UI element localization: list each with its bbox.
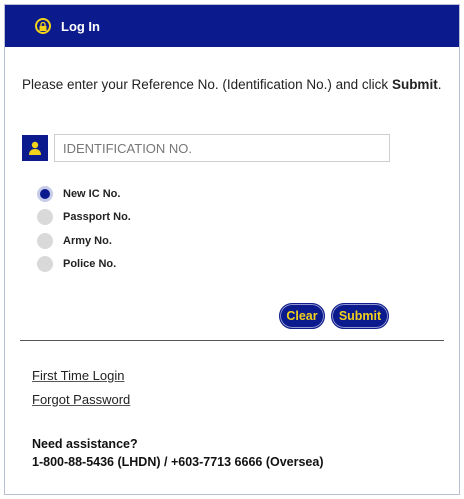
radio-button-passport[interactable] [37,209,53,226]
id-type-radio-group: New IC No. Passport No. Army No. Police … [37,182,131,276]
first-time-login-link[interactable]: First Time Login [32,367,130,385]
clear-button[interactable]: Clear [279,303,325,329]
login-header: Log In [5,5,459,47]
identification-input[interactable] [54,134,390,162]
login-panel: Log In Please enter your Reference No. (… [4,4,460,495]
instruction-end: . [437,77,442,92]
radio-label-army: Army No. [63,234,112,247]
form-actions: Clear Submit [279,303,389,329]
radio-button-new-ic[interactable] [37,185,53,202]
radio-label-new-ic: New IC No. [63,187,121,200]
forgot-password-link[interactable]: Forgot Password [32,391,130,409]
instruction-text: Please enter your Reference No. (Identif… [22,75,442,94]
radio-label-passport: Passport No. [63,211,131,224]
lock-icon [35,18,51,34]
radio-button-army[interactable] [37,232,53,249]
identification-row [22,134,390,162]
account-links: First Time Login Forgot Password [32,367,130,415]
radio-label-police: Police No. [63,258,117,271]
section-divider [20,340,444,341]
radio-button-police[interactable] [37,256,53,273]
instruction-emphasis: Submit [391,77,438,92]
user-icon [22,135,48,161]
instruction-main: Please enter your Reference No. (Identif… [22,77,392,92]
radio-option-police[interactable]: Police No. [37,253,131,277]
submit-button[interactable]: Submit [331,303,389,329]
assistance-heading: Need assistance? [32,437,138,451]
header-title: Log In [61,18,100,34]
radio-option-army[interactable]: Army No. [37,229,131,253]
radio-option-new-ic[interactable]: New IC No. [37,182,131,206]
assistance-phones: 1-800-88-5436 (LHDN) / +603-7713 6666 (O… [32,455,324,469]
radio-option-passport[interactable]: Passport No. [37,206,131,230]
assistance-info: Need assistance? 1-800-88-5436 (LHDN) / … [32,435,324,471]
